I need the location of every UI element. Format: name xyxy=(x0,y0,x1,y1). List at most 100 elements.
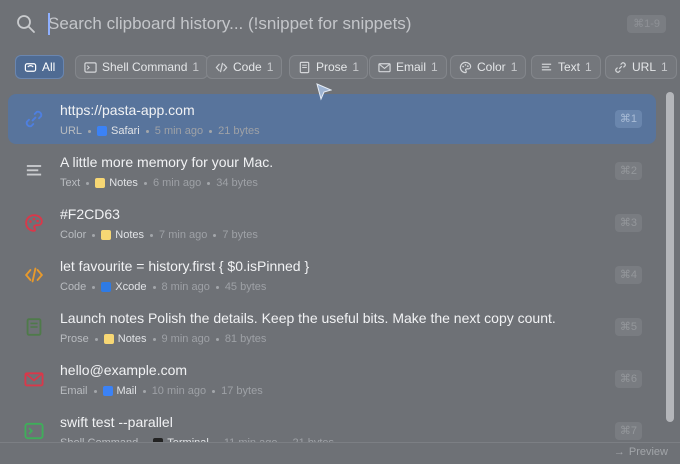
filter-chip-label: Color xyxy=(477,60,506,74)
item-title: let favourite = history.first { $0.isPin… xyxy=(60,258,310,274)
filter-chip-url[interactable]: URL 1 xyxy=(605,55,677,79)
filter-chip-text[interactable]: Text 1 xyxy=(531,55,601,79)
filter-chip-code[interactable]: Code 1 xyxy=(206,55,283,79)
item-source-name: Notes xyxy=(115,229,145,241)
separator-dot xyxy=(93,389,97,393)
item-source: Notes xyxy=(101,229,144,241)
item-shortcut: ⌘5 xyxy=(614,318,642,336)
item-size: 21 bytes xyxy=(218,125,260,137)
envelope-icon xyxy=(378,61,391,74)
terminal-icon xyxy=(84,61,97,74)
app-mail-icon xyxy=(102,386,113,396)
book-icon xyxy=(24,317,44,337)
separator-dot xyxy=(143,181,147,185)
item-shortcut: ⌘7 xyxy=(614,422,642,440)
item-source: Notes xyxy=(103,333,147,345)
separator-dot xyxy=(94,337,98,341)
filter-chip-count: 1 xyxy=(661,60,668,74)
palette-icon xyxy=(459,61,472,74)
filter-chip-prose[interactable]: Prose 1 xyxy=(289,55,369,79)
clipboard-item[interactable]: let favourite = history.first { $0.isPin… xyxy=(8,250,656,300)
separator-dot xyxy=(142,389,146,393)
preview-label: Preview xyxy=(628,446,668,458)
link-icon xyxy=(24,109,44,129)
item-source-name: Mail xyxy=(116,385,137,397)
filter-chip-count: 1 xyxy=(510,60,518,74)
item-source: Xcode xyxy=(101,281,147,293)
filter-chip-shell-command[interactable]: Shell Command 1 xyxy=(75,55,209,79)
item-shortcut: ⌘1 xyxy=(614,110,642,128)
preview-button[interactable]: → Preview xyxy=(614,446,668,458)
app-notes-icon xyxy=(95,178,106,188)
filter-chip-count: 1 xyxy=(352,60,360,74)
clipboard-item[interactable]: Launch notes Polish the details. Keep th… xyxy=(8,302,656,352)
terminal-icon xyxy=(24,421,44,441)
filter-chip-label: All xyxy=(42,60,56,74)
shortcut-hint: ⌘1-9 xyxy=(627,15,666,33)
separator-dot xyxy=(209,129,213,133)
item-title: swift test --parallel xyxy=(60,414,173,430)
filter-chip-count: 1 xyxy=(585,60,592,74)
search-input[interactable] xyxy=(48,11,608,37)
separator-dot xyxy=(92,285,96,289)
item-shortcut: ⌘3 xyxy=(614,214,642,232)
item-time: 8 min ago xyxy=(161,281,210,293)
item-size: 81 bytes xyxy=(224,333,267,345)
item-type: Prose xyxy=(60,333,89,345)
code-icon xyxy=(215,61,228,74)
filter-chip-color[interactable]: Color 1 xyxy=(450,55,527,79)
item-meta: Color Notes 7 min ago 7 bytes xyxy=(60,229,258,241)
separator-dot xyxy=(152,337,156,341)
search-icon xyxy=(17,15,35,33)
separator-dot xyxy=(207,181,211,185)
item-source-name: Notes xyxy=(109,177,138,189)
separator-dot xyxy=(213,233,217,237)
envelope-icon xyxy=(24,369,44,389)
separator-dot xyxy=(212,389,216,393)
clipboard-item[interactable]: https://pasta-app.com URL Safari 5 min ago 2… xyxy=(8,94,656,144)
clipboard-item[interactable]: swift test --parallelShell CommandTermin… xyxy=(8,406,656,442)
separator-dot xyxy=(86,181,90,185)
filter-chip-label: Code xyxy=(233,60,262,74)
app-xcode-icon xyxy=(101,282,112,292)
app-notes-icon xyxy=(103,334,114,344)
filter-chip-all[interactable]: All xyxy=(15,55,65,79)
separator-dot xyxy=(215,337,219,341)
item-time: 7 min ago xyxy=(159,229,208,241)
footer: → Preview xyxy=(0,442,680,464)
filter-chips: All Shell Command 1 Code 1 Prose 1 Email 1 Color 1… xyxy=(0,55,680,81)
item-type: Text xyxy=(60,177,81,189)
item-source: Safari xyxy=(97,125,140,137)
item-source: Mail xyxy=(102,385,137,397)
scrollbar[interactable] xyxy=(666,92,674,422)
book-icon xyxy=(298,61,311,74)
item-shortcut: ⌘2 xyxy=(614,162,642,180)
item-shortcut: ⌘6 xyxy=(614,370,642,388)
item-title: hello@example.com xyxy=(60,362,188,378)
filter-chip-label: Text xyxy=(558,60,581,74)
item-meta: URL Safari 5 min ago 21 bytes xyxy=(60,125,260,137)
clipboard-item[interactable]: #F2CD63 Color Notes 7 min ago 7 bytes ⌘3 xyxy=(8,198,656,248)
mouse-pointer-icon xyxy=(316,83,332,101)
item-title: https://pasta-app.com xyxy=(60,102,195,118)
arrow-right-icon: → xyxy=(613,446,625,458)
item-meta: Email Mail 10 min ago 17 bytes xyxy=(60,385,263,397)
item-time: 9 min ago xyxy=(161,333,210,345)
item-type: URL xyxy=(60,125,83,137)
filter-chip-count: 1 xyxy=(431,60,438,74)
item-size: 34 bytes xyxy=(216,177,258,189)
item-time: 6 min ago xyxy=(152,177,202,189)
item-title: A little more memory for your Mac. xyxy=(60,154,274,170)
item-size: 45 bytes xyxy=(224,281,267,293)
clipboard-item[interactable]: A little more memory for your Mac. Text No… xyxy=(8,146,656,196)
clipboard-window: ⌘1-9 AllShell Command1Code1Prose1Email1C… xyxy=(0,0,680,464)
link-icon xyxy=(614,61,627,74)
item-title: Launch notes Polish the details. Keep th… xyxy=(60,310,556,326)
filter-chip-label: URL xyxy=(632,60,657,74)
item-size: 7 bytes xyxy=(222,229,258,241)
all-icon xyxy=(24,61,37,74)
clipboard-item[interactable]: hello@example.com Email Mail 10 min ago 17 b… xyxy=(8,354,656,404)
item-source: Notes xyxy=(95,177,138,189)
filter-chip-email[interactable]: Email 1 xyxy=(369,55,447,79)
item-source-name: Safari xyxy=(111,125,140,137)
